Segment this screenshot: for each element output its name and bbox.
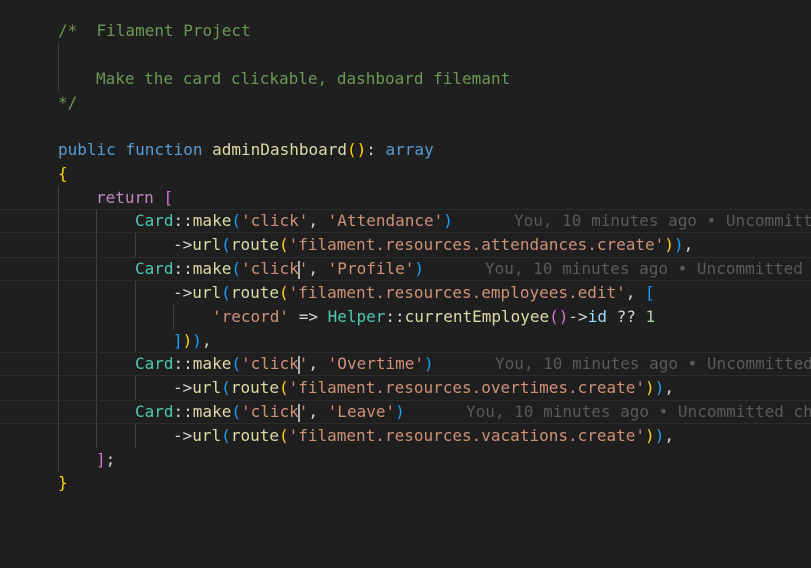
function-name: adminDashboard xyxy=(212,140,347,159)
code-line[interactable]: ]; xyxy=(0,448,811,472)
route-params: 'record' => Helper::currentEmployee()->i… xyxy=(212,307,656,326)
indent-guide xyxy=(135,305,136,329)
indent-guide xyxy=(173,305,174,329)
indent-guide xyxy=(96,376,97,400)
code-line[interactable]: } xyxy=(0,471,811,495)
git-blame-annotation: You, 10 minutes ago • Uncommitted xyxy=(514,211,811,230)
code-line[interactable]: Card::make('click', 'Leave') You, 10 min… xyxy=(0,400,811,425)
indent-guide xyxy=(58,233,59,257)
code-line[interactable]: { xyxy=(0,162,811,186)
code-line[interactable]: Card::make('click', 'Profile') You, 10 m… xyxy=(0,257,811,282)
indent-guide xyxy=(58,305,59,329)
indent-guide xyxy=(58,353,59,377)
code-line[interactable] xyxy=(0,43,811,67)
comment-open: /* Filament Project xyxy=(58,21,251,40)
url-call: ->url(route('filament.resources.attendan… xyxy=(173,235,694,254)
indent-guide xyxy=(96,210,97,234)
card-make-call: Card::make('click', 'Profile') xyxy=(135,259,425,279)
card-label: 'Leave' xyxy=(327,402,396,421)
git-blame-annotation: You, 10 minutes ago • Uncommitted ch xyxy=(466,402,811,421)
indent-guide xyxy=(135,233,136,257)
modifier-keyword: public xyxy=(58,140,116,159)
code-line[interactable]: 'record' => Helper::currentEmployee()->i… xyxy=(0,305,811,329)
git-blame-annotation: You, 10 minutes ago • Uncommitted c xyxy=(485,259,811,278)
indent-guide xyxy=(58,376,59,400)
indent-guide xyxy=(58,258,59,282)
code-line[interactable]: Card::make('click', 'Overtime') You, 10 … xyxy=(0,352,811,377)
url-call: ->url(route('filament.resources.vacation… xyxy=(173,426,674,445)
route-name: 'filament.resources.vacations.create' xyxy=(288,426,646,445)
code-line[interactable]: ->url(route('filament.resources.employee… xyxy=(0,281,811,305)
open-brace: { xyxy=(58,164,68,183)
card-make-call: Card::make('click', 'Attendance') xyxy=(135,211,453,230)
array-close: ]; xyxy=(96,450,116,469)
indent-guide xyxy=(96,258,97,282)
indent-guide xyxy=(58,448,59,472)
indent-guide xyxy=(58,281,59,305)
indent-guide xyxy=(96,424,97,448)
code-line[interactable]: Make the card clickable, dashboard filem… xyxy=(0,67,811,91)
url-call: ->url(route('filament.resources.employee… xyxy=(173,283,655,302)
indent-guide xyxy=(96,305,97,329)
closing-brackets: ])), xyxy=(173,331,212,350)
indent-guide xyxy=(58,329,59,353)
indent-guide xyxy=(135,281,136,305)
return-keyword: return xyxy=(96,188,154,207)
code-line[interactable]: /* Filament Project xyxy=(0,19,811,43)
indent-guide xyxy=(96,401,97,425)
indent-guide xyxy=(96,329,97,353)
route-name: 'filament.resources.employees.edit' xyxy=(288,283,626,302)
route-name: 'filament.resources.attendances.create' xyxy=(288,235,665,254)
code-line[interactable]: public function adminDashboard(): array xyxy=(0,138,811,162)
route-name: 'filament.resources.overtimes.create' xyxy=(288,378,646,397)
return-type: array xyxy=(385,140,434,159)
indent-guide xyxy=(58,186,59,210)
indent-guide xyxy=(96,233,97,257)
indent-guide xyxy=(96,281,97,305)
git-blame-annotation: You, 10 minutes ago • Uncommitted xyxy=(495,354,811,373)
indent-guide xyxy=(135,376,136,400)
indent-guide xyxy=(58,67,59,91)
url-call: ->url(route('filament.resources.overtime… xyxy=(173,378,674,397)
card-make-call: Card::make('click', 'Overtime') xyxy=(135,354,434,374)
code-line[interactable]: ->url(route('filament.resources.vacation… xyxy=(0,424,811,448)
card-label: 'Overtime' xyxy=(327,354,424,373)
return-statement: return [ xyxy=(96,188,174,207)
close-brace: } xyxy=(58,473,68,492)
code-line[interactable]: ->url(route('filament.resources.attendan… xyxy=(0,233,811,257)
function-keyword: function xyxy=(125,140,203,159)
indent-guide xyxy=(135,424,136,448)
indent-guide xyxy=(58,210,59,234)
card-make-call: Card::make('click', 'Leave') xyxy=(135,402,405,422)
code-line[interactable]: ])), xyxy=(0,329,811,353)
indent-guide xyxy=(96,353,97,377)
function-signature: public function adminDashboard(): array xyxy=(58,140,434,159)
indent-guide xyxy=(58,401,59,425)
code-line[interactable]: */ xyxy=(0,91,811,115)
code-line[interactable]: ->url(route('filament.resources.overtime… xyxy=(0,376,811,400)
indent-guide xyxy=(135,329,136,353)
comment-close: */ xyxy=(58,93,78,112)
card-label: 'Attendance' xyxy=(327,211,444,230)
code-line[interactable]: return [ xyxy=(0,186,811,210)
code-editor[interactable]: /* Filament Project Make the card clicka… xyxy=(0,0,811,518)
comment-body: Make the card clickable, dashboard filem… xyxy=(96,69,511,88)
indent-guide xyxy=(58,424,59,448)
indent-guide xyxy=(58,43,59,67)
card-label: 'Profile' xyxy=(327,259,415,278)
code-line[interactable]: Card::make('click', 'Attendance') You, 1… xyxy=(0,209,811,234)
